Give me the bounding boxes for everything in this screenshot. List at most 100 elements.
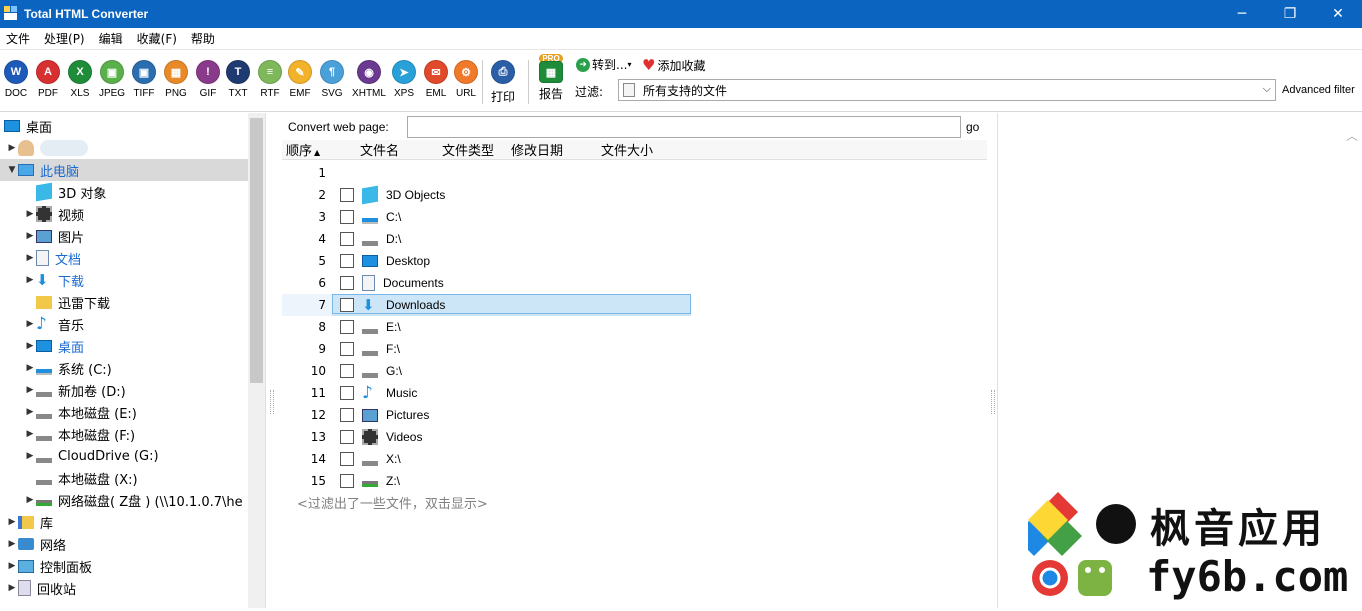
txt-button[interactable]: T TXT <box>224 60 252 108</box>
chevron-right-icon[interactable]: ▶ <box>24 495 36 505</box>
tree-item[interactable]: ▶ CloudDrive (G:) <box>24 445 159 467</box>
tree-item[interactable]: ▶ ♪ 音乐 <box>24 313 84 335</box>
scroll-up-icon[interactable]: ︿ <box>1346 127 1358 144</box>
tree-item[interactable]: ▶ 新加卷 (D:) <box>24 379 126 401</box>
row-checkbox[interactable] <box>340 364 354 378</box>
menu-item[interactable]: 帮助 <box>185 30 223 47</box>
tree-item[interactable]: ▶ 本地磁盘 (E:) <box>24 401 137 423</box>
doc-button[interactable]: W DOC <box>2 60 30 108</box>
chevron-right-icon[interactable]: ▶ <box>6 583 18 593</box>
file-row[interactable]: 7 ⬇ Downloads <box>282 294 987 316</box>
rtf-button[interactable]: ≡ RTF <box>256 60 284 108</box>
maximize-button[interactable]: ❐ <box>1266 0 1314 28</box>
file-row[interactable]: 2 3D Objects <box>282 184 987 206</box>
tree-item[interactable]: ▶ 控制面板 <box>6 555 92 577</box>
gif-button[interactable]: ! GIF <box>194 60 222 108</box>
file-row[interactable]: 13 Videos <box>282 426 987 448</box>
file-row[interactable]: 1 <box>282 162 987 184</box>
jpeg-button[interactable]: ▣ JPEG <box>98 60 126 108</box>
row-checkbox[interactable] <box>340 474 354 488</box>
tree-item[interactable]: ▶ ⬇ 下载 <box>24 269 84 291</box>
row-checkbox[interactable] <box>340 254 354 268</box>
tree-item[interactable]: ▶ 图片 <box>24 225 84 247</box>
png-button[interactable]: ▦ PNG <box>162 60 190 108</box>
xls-button[interactable]: X XLS <box>66 60 94 108</box>
row-checkbox[interactable] <box>340 276 354 290</box>
tree-item[interactable]: 本地磁盘 (X:) <box>24 467 138 489</box>
col-order[interactable]: 顺序 ▲ <box>282 140 332 159</box>
row-checkbox[interactable] <box>340 430 354 444</box>
emf-button[interactable]: ✎ EMF <box>286 60 314 108</box>
tree-item[interactable]: ▶ 桌面 <box>24 335 84 357</box>
scrollbar-thumb[interactable] <box>250 118 263 383</box>
file-row[interactable]: 11 ♪ Music <box>282 382 987 404</box>
file-row[interactable]: 3 C:\ <box>282 206 987 228</box>
col-filesize[interactable]: 文件大小 <box>601 140 681 159</box>
print-button[interactable]: ⎙ 打印 <box>488 60 518 108</box>
tree-item[interactable]: ▶ 文档 <box>24 247 81 269</box>
file-row[interactable]: 5 Desktop <box>282 250 987 272</box>
row-checkbox[interactable] <box>340 342 354 356</box>
menu-item[interactable]: 收藏(F) <box>131 30 185 47</box>
chevron-right-icon[interactable]: ▶ <box>24 231 36 241</box>
url-button[interactable]: ⚙ URL <box>452 60 480 108</box>
col-modified[interactable]: 修改日期 <box>511 140 601 159</box>
row-checkbox[interactable] <box>340 320 354 334</box>
close-button[interactable]: ✕ <box>1314 0 1362 28</box>
chevron-down-icon[interactable]: ▼ <box>6 165 18 175</box>
tree-item[interactable]: 迅雷下载 <box>24 291 110 313</box>
row-checkbox[interactable] <box>340 232 354 246</box>
chevron-right-icon[interactable]: ▶ <box>6 539 18 549</box>
goto-button[interactable]: ➜ 转到... ▾ <box>576 56 631 73</box>
tree-scrollbar[interactable] <box>248 113 265 608</box>
tree-item[interactable]: ▶ 网络磁盘( Z盘 ) (\\10.1.0.7\he <box>24 489 243 511</box>
add-favorite-button[interactable]: ♥ 添加收藏 <box>642 56 705 74</box>
chevron-right-icon[interactable]: ▶ <box>24 209 36 219</box>
menu-item[interactable]: 处理(P) <box>38 30 93 47</box>
tree-item[interactable]: ▶ 网络 <box>6 533 66 555</box>
minimize-button[interactable]: ─ <box>1218 0 1266 28</box>
report-button[interactable]: PRO ▦ 报告 <box>536 54 566 102</box>
chevron-right-icon[interactable]: ▶ <box>6 143 18 153</box>
chevron-right-icon[interactable]: ▶ <box>24 253 36 263</box>
chevron-right-icon[interactable]: ▶ <box>24 429 36 439</box>
file-row[interactable]: 14 X:\ <box>282 448 987 470</box>
file-row[interactable]: 8 E:\ <box>282 316 987 338</box>
row-checkbox[interactable] <box>340 408 354 422</box>
menu-item[interactable]: 文件 <box>0 30 38 47</box>
chevron-right-icon[interactable]: ▶ <box>24 363 36 373</box>
svg-button[interactable]: ¶ SVG <box>318 60 346 108</box>
col-filetype[interactable]: 文件类型 <box>442 140 511 159</box>
file-row[interactable]: 12 Pictures <box>282 404 987 426</box>
chevron-right-icon[interactable]: ▶ <box>24 275 36 285</box>
go-button[interactable]: go <box>966 120 979 134</box>
chevron-right-icon[interactable]: ▶ <box>6 561 18 571</box>
chevron-right-icon[interactable]: ▶ <box>24 451 36 461</box>
tree-item[interactable]: ▶ 回收站 <box>6 577 76 599</box>
tree-item[interactable]: ▶ 系统 (C:) <box>24 357 112 379</box>
row-checkbox[interactable] <box>340 386 354 400</box>
tree-item[interactable]: ▼ 此电脑 <box>0 159 250 181</box>
tree-item[interactable]: ▶ <box>6 137 88 159</box>
tree-item[interactable]: 3D 对象 <box>24 181 106 203</box>
pdf-button[interactable]: A PDF <box>34 60 62 108</box>
row-checkbox[interactable] <box>340 210 354 224</box>
splitter-handle[interactable] <box>270 390 274 414</box>
chevron-right-icon[interactable]: ▶ <box>6 517 18 527</box>
filter-select[interactable]: 所有支持的文件 ⌵ <box>618 79 1276 101</box>
chevron-right-icon[interactable]: ▶ <box>24 385 36 395</box>
col-filename[interactable]: 文件名 <box>332 140 442 159</box>
advanced-filter-button[interactable]: Advanced filter <box>1282 84 1355 96</box>
tree-item[interactable]: ▶ 视频 <box>24 203 84 225</box>
tree-item[interactable]: 桌面 <box>4 115 52 137</box>
url-input[interactable] <box>407 116 961 138</box>
row-checkbox[interactable] <box>340 188 354 202</box>
file-row[interactable]: 10 G:\ <box>282 360 987 382</box>
file-row[interactable]: 15 Z:\ <box>282 470 987 492</box>
row-checkbox[interactable] <box>340 452 354 466</box>
tiff-button[interactable]: ▣ TIFF <box>130 60 158 108</box>
tree-item[interactable]: ▶ 本地磁盘 (F:) <box>24 423 136 445</box>
xps-button[interactable]: ➤ XPS <box>390 60 418 108</box>
chevron-right-icon[interactable]: ▶ <box>24 341 36 351</box>
file-row[interactable]: 6 Documents <box>282 272 987 294</box>
